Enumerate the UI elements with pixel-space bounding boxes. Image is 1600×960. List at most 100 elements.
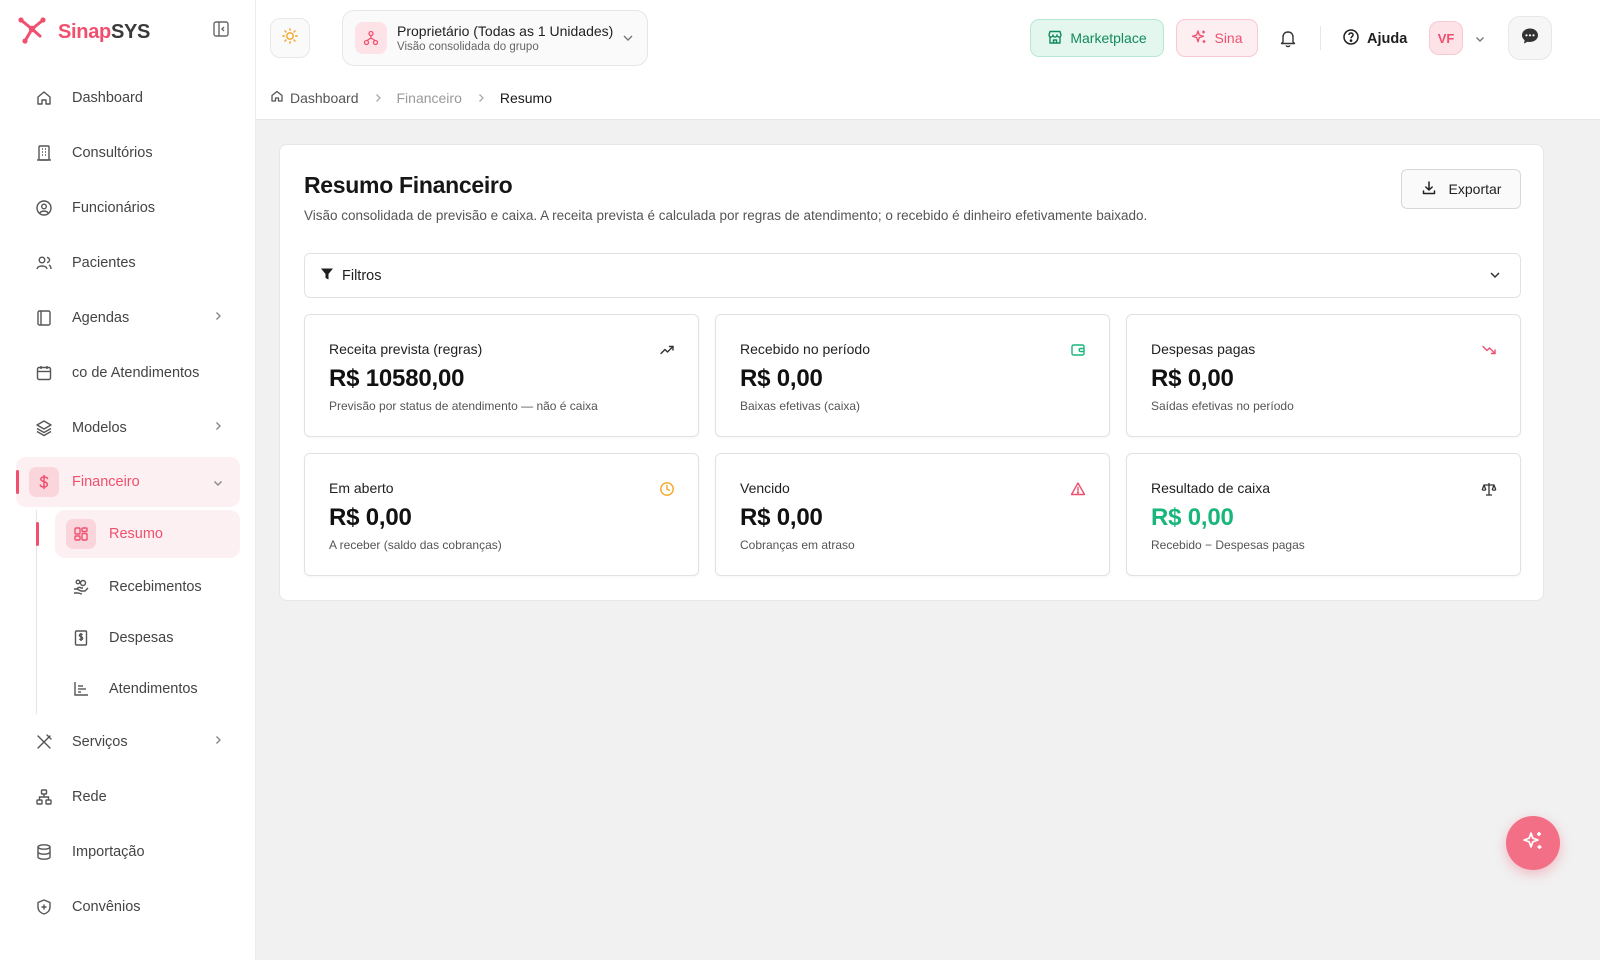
kpi-card-receita-prevista: Receita prevista (regras) R$ 10580,00 Pr…	[304, 314, 699, 437]
sidebar-item-importacao[interactable]: Importação	[16, 824, 240, 879]
hand-coins-icon	[71, 577, 91, 597]
sidebar-item-servicos[interactable]: Serviços	[16, 714, 240, 769]
layers-icon	[34, 418, 54, 438]
divider	[1320, 26, 1321, 50]
sidebar-item-agendas[interactable]: Agendas	[16, 290, 240, 345]
unit-selector[interactable]: Proprietário (Todas as 1 Unidades) Visão…	[342, 10, 648, 66]
card-title: Recebido no período	[740, 341, 870, 357]
sina-button[interactable]: Sina	[1176, 19, 1258, 57]
filters-toggle[interactable]: Filtros	[304, 253, 1521, 298]
help-label: Ajuda	[1367, 31, 1408, 47]
scale-icon	[1480, 480, 1498, 498]
org-tree-icon	[355, 22, 387, 54]
sidebar-item-dashboard[interactable]: Dashboard	[16, 70, 240, 125]
card-subtitle: Baixas efetivas (caixa)	[740, 399, 861, 413]
sidebar-item-pacientes[interactable]: Pacientes	[16, 235, 240, 290]
grid-icon	[66, 519, 96, 549]
avatar[interactable]: VF	[1429, 21, 1463, 55]
store-icon	[1047, 29, 1063, 48]
chevron-right-icon	[212, 420, 224, 436]
theme-toggle-button[interactable]	[270, 18, 310, 58]
sidebar-item-funcionarios[interactable]: Funcionários	[16, 180, 240, 235]
ai-assistant-fab[interactable]	[1506, 816, 1560, 870]
card-subtitle: A receber (saldo das cobranças)	[329, 538, 502, 552]
trending-up-icon	[658, 341, 676, 359]
chevron-right-icon	[212, 734, 224, 750]
sidebar-item-modelos[interactable]: Modelos	[16, 400, 240, 455]
subnav-item-atendimentos[interactable]: Atendimentos	[55, 663, 240, 714]
kpi-card-despesas-pagas: Despesas pagas R$ 0,00 Saídas efetivas n…	[1126, 314, 1521, 437]
card-title: Receita prevista (regras)	[329, 341, 483, 357]
help-button[interactable]: Ajuda	[1342, 28, 1407, 50]
summary-panel: Resumo Financeiro Visão consolidada de p…	[279, 144, 1544, 601]
home-icon	[270, 89, 284, 106]
chevron-right-icon	[212, 310, 224, 326]
card-title: Vencido	[740, 480, 790, 496]
brand[interactable]: SinapSYS	[16, 14, 150, 51]
topbar: Proprietário (Todas as 1 Unidades) Visão…	[256, 0, 1600, 76]
bell-icon[interactable]	[1278, 28, 1298, 53]
sidebar-item-atendimentos[interactable]: co de Atendimentos	[16, 345, 240, 400]
marketplace-label: Marketplace	[1070, 30, 1147, 46]
subnav-item-despesas[interactable]: Despesas	[55, 612, 240, 663]
book-icon	[34, 308, 54, 328]
card-value: R$ 10580,00	[329, 365, 465, 392]
page-description: Visão consolidada de previsão e caixa. A…	[304, 208, 1148, 223]
sidebar-item-label: Consultórios	[72, 144, 153, 161]
users-icon	[34, 253, 54, 273]
sidebar-item-financeiro[interactable]: Financeiro	[16, 457, 240, 507]
card-value: R$ 0,00	[740, 365, 823, 392]
card-value: R$ 0,00	[1151, 365, 1234, 392]
filters-label: Filtros	[342, 267, 382, 284]
calendar-icon	[34, 363, 54, 383]
subnav-item-recebimentos[interactable]: Recebimentos	[55, 561, 240, 612]
breadcrumb: Dashboard Financeiro Resumo	[256, 76, 1600, 120]
shield-icon	[34, 897, 54, 917]
financeiro-subnav: Resumo Recebimentos Despesas Atendimento…	[36, 510, 240, 714]
export-button[interactable]: Exportar	[1401, 169, 1521, 209]
sidebar: SinapSYS Dashboard Consultórios Funcioná…	[0, 0, 256, 960]
chat-bubble-icon	[1520, 26, 1540, 51]
trending-down-icon	[1480, 341, 1498, 359]
breadcrumb-financeiro[interactable]: Financeiro	[397, 90, 462, 106]
subnav-item-label: Recebimentos	[109, 578, 202, 595]
home-icon	[34, 88, 54, 108]
sidebar-item-label: Serviços	[72, 733, 128, 750]
sparkles-icon	[1521, 829, 1545, 858]
marketplace-button[interactable]: Marketplace	[1030, 19, 1164, 57]
card-value: R$ 0,00	[1151, 504, 1234, 531]
sidebar-item-consultorios[interactable]: Consultórios	[16, 125, 240, 180]
sinapsys-logo-icon	[16, 14, 48, 51]
page-title: Resumo Financeiro	[304, 172, 513, 198]
sidebar-item-label: Modelos	[72, 419, 127, 436]
kpi-card-resultado-caixa: Resultado de caixa R$ 0,00 Recebido − De…	[1126, 453, 1521, 576]
sparkles-icon	[1191, 29, 1207, 48]
download-icon	[1421, 180, 1437, 199]
sidebar-item-convenios[interactable]: Convênios	[16, 879, 240, 934]
sidebar-item-label: co de Atendimentos	[72, 364, 200, 381]
card-title: Em aberto	[329, 480, 394, 496]
export-label: Exportar	[1448, 181, 1502, 197]
user-circle-icon	[34, 198, 54, 218]
card-value: R$ 0,00	[329, 504, 412, 531]
sidebar-item-label: Dashboard	[72, 89, 143, 106]
sidebar-item-rede[interactable]: Rede	[16, 769, 240, 824]
card-subtitle: Saídas efetivas no período	[1151, 399, 1294, 413]
card-value: R$ 0,00	[740, 504, 823, 531]
bar-chart-icon	[71, 679, 91, 699]
sina-label: Sina	[1214, 30, 1243, 46]
brand-name: SinapSYS	[58, 21, 151, 43]
sidebar-collapse-icon[interactable]	[212, 20, 232, 40]
sidebar-item-label: Importação	[72, 843, 145, 860]
dollar-icon	[29, 467, 59, 497]
chevron-down-icon[interactable]	[1474, 32, 1486, 50]
card-subtitle: Previsão por status de atendimento — não…	[329, 399, 598, 413]
subnav-item-resumo[interactable]: Resumo	[36, 510, 240, 558]
chevron-right-icon	[373, 93, 383, 103]
sidebar-nav: Dashboard Consultórios Funcionários Paci…	[16, 70, 240, 934]
chat-button[interactable]	[1508, 16, 1552, 60]
breadcrumb-dashboard[interactable]: Dashboard	[270, 89, 359, 106]
card-title: Resultado de caixa	[1151, 480, 1271, 496]
card-subtitle: Cobranças em atraso	[740, 538, 855, 552]
card-subtitle: Recebido − Despesas pagas	[1151, 538, 1305, 552]
